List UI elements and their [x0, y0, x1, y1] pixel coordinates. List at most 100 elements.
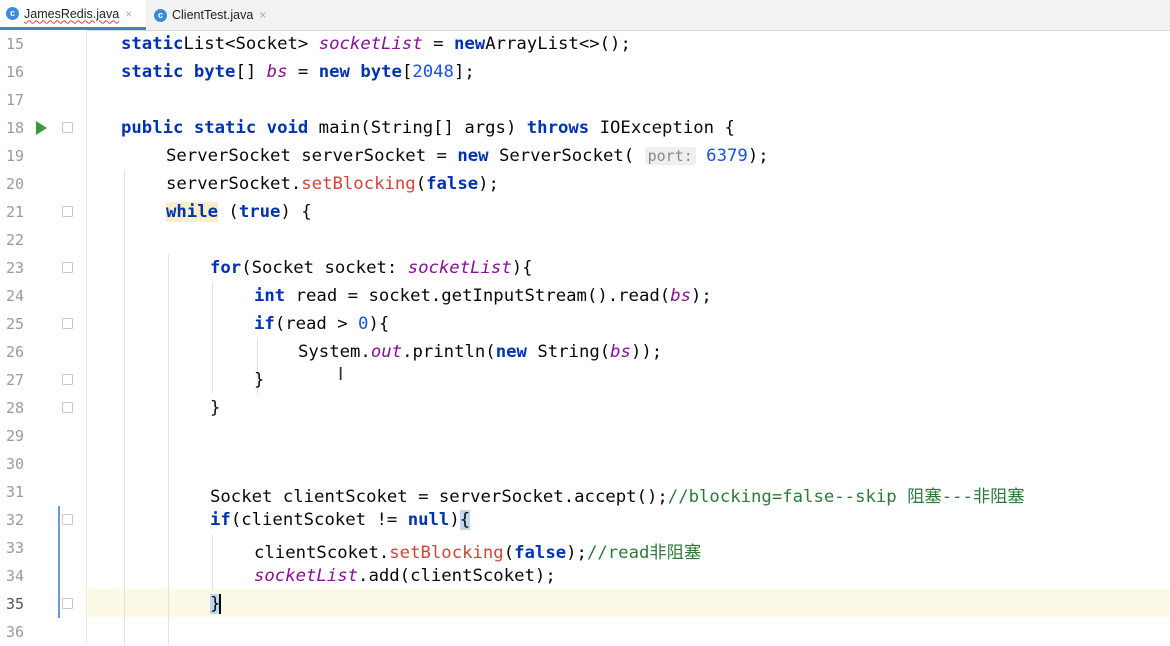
code-token: read = socket.getInputStream().read( [285, 286, 671, 306]
code-token: static [121, 34, 184, 54]
line-number: 31 [6, 483, 25, 501]
code-token: true [238, 202, 281, 222]
code-token: ); [566, 543, 587, 563]
code-token: int [254, 286, 286, 306]
code-token: static byte [121, 62, 236, 82]
line-number: 33 [6, 539, 25, 557]
code-token: if [210, 510, 231, 530]
code-line[interactable]: 29 [0, 422, 1170, 450]
run-icon[interactable] [36, 121, 47, 135]
tab-label: JamesRedis.java [24, 6, 120, 21]
fold-marker-icon[interactable] [62, 318, 73, 329]
code-token: for [210, 258, 242, 278]
line-number: 26 [6, 343, 25, 361]
code-token: setBlocking [301, 174, 416, 194]
code-line[interactable]: 15 staticList<Socket> socketList = newArr… [0, 30, 1170, 58]
code-text: if(clientScoket != null){ [210, 510, 471, 530]
code-token: bs [266, 62, 288, 82]
line-number: 25 [6, 315, 25, 333]
code-token: ) { [280, 202, 312, 222]
code-line[interactable]: 22 [0, 226, 1170, 254]
line-number: 16 [6, 63, 25, 81]
code-token: socketList [318, 34, 423, 54]
code-token: if [254, 314, 275, 334]
code-token: false [514, 543, 567, 563]
code-token: ( [218, 202, 239, 222]
line-number: 15 [6, 35, 25, 53]
code-line[interactable]: 28} [0, 394, 1170, 422]
code-line[interactable]: 32 if(clientScoket != null){ [0, 506, 1170, 534]
code-token: null [407, 510, 450, 530]
code-text: for(Socket socket: socketList){ [210, 258, 533, 278]
code-token: bs [610, 342, 631, 362]
fold-marker-icon[interactable] [62, 122, 73, 133]
code-token: ); [478, 174, 499, 194]
code-line[interactable]: 33 clientScoket.setBlocking(false);//read… [0, 534, 1170, 563]
code-token: public static void [121, 118, 309, 138]
code-token: clientScoket. [254, 543, 390, 563]
code-token: ); [691, 286, 712, 306]
code-text: int read = socket.getInputStream().read(… [254, 286, 712, 306]
code-token: [ [401, 62, 413, 82]
code-token: = [287, 62, 319, 82]
code-token: while [166, 202, 219, 222]
tab-clienttest[interactable]: c ClientTest.java × [148, 0, 278, 30]
tab-jamesredis[interactable]: c JamesRedis.java × [0, 0, 146, 30]
line-number: 34 [6, 567, 25, 585]
code-line[interactable]: 31 Socket clientScoket = serverSocket.acc… [0, 478, 1170, 507]
editor-tab-bar: c JamesRedis.java × c ClientTest.java × [0, 0, 1170, 31]
code-token: //blocking=false--skip 阻塞---非阻塞 [667, 487, 1025, 507]
fold-marker-icon[interactable] [62, 598, 73, 609]
code-line[interactable]: 30 [0, 450, 1170, 478]
code-line[interactable]: 24 int read = socket.getInputStream().rea… [0, 282, 1170, 310]
code-token: List<Socket> [183, 34, 319, 54]
fold-marker-icon[interactable] [62, 514, 73, 525]
code-editor[interactable]: 15 staticList<Socket> socketList = newArr… [0, 30, 1170, 645]
class-icon: c [154, 8, 167, 22]
fold-marker-icon[interactable] [62, 206, 73, 217]
code-text: socketList.add(clientScoket); [254, 566, 556, 586]
caret [219, 594, 221, 614]
line-number: 28 [6, 399, 25, 417]
code-line[interactable]: 25 if(read > 0){ [0, 310, 1170, 338]
code-token: = [422, 34, 454, 54]
close-icon[interactable]: × [259, 8, 266, 22]
code-line[interactable]: 17 [0, 86, 1170, 114]
close-icon[interactable]: × [125, 7, 132, 21]
code-token: ){ [511, 258, 533, 278]
code-text: serverSocket.setBlocking(false); [166, 174, 499, 194]
line-number: 35 [6, 595, 25, 613]
code-line[interactable]: 21 while (true) { [0, 198, 1170, 226]
code-text: clientScoket.setBlocking(false);//read非阻… [254, 538, 701, 563]
code-token: ServerSocket serverSocket = [166, 146, 458, 166]
code-line[interactable]: 20 serverSocket.setBlocking(false); [0, 170, 1170, 198]
code-token: socketList [254, 566, 359, 586]
code-line[interactable]: 18 public static void main(String[] args)… [0, 114, 1170, 142]
code-token: socketList [407, 258, 512, 278]
code-text: System.out.println(new String(bs)); [298, 342, 662, 362]
code-token: new [495, 342, 527, 362]
code-token: )); [630, 342, 663, 362]
fold-marker-icon[interactable] [62, 374, 73, 385]
code-token: setBlocking [389, 543, 504, 563]
code-token: ]; [453, 62, 475, 82]
code-line[interactable]: 16 static byte[] bs = new byte[2048]; [0, 58, 1170, 86]
code-token: out [370, 342, 403, 362]
code-line[interactable]: 34 socketList.add(clientScoket); [0, 562, 1170, 590]
code-token: throws [526, 118, 590, 138]
code-line[interactable]: 36 [0, 618, 1170, 646]
code-text: } [254, 370, 264, 390]
code-token: [] [235, 62, 267, 82]
code-token: .add(clientScoket); [358, 566, 556, 586]
line-number: 18 [6, 119, 25, 137]
code-token: String( [526, 342, 611, 362]
fold-marker-icon[interactable] [62, 402, 73, 413]
code-line[interactable]: 19 ServerSocket serverSocket = new Server… [0, 142, 1170, 170]
fold-marker-icon[interactable] [62, 262, 73, 273]
code-line[interactable]: 35} [0, 590, 1170, 618]
code-line[interactable]: 27} [0, 366, 1170, 394]
code-line[interactable]: 26 System.out.println(new String(bs)); [0, 338, 1170, 366]
code-token: 6379 [695, 146, 748, 166]
code-token: ( [503, 543, 515, 563]
code-line[interactable]: 23 for(Socket socket: socketList){ [0, 254, 1170, 282]
